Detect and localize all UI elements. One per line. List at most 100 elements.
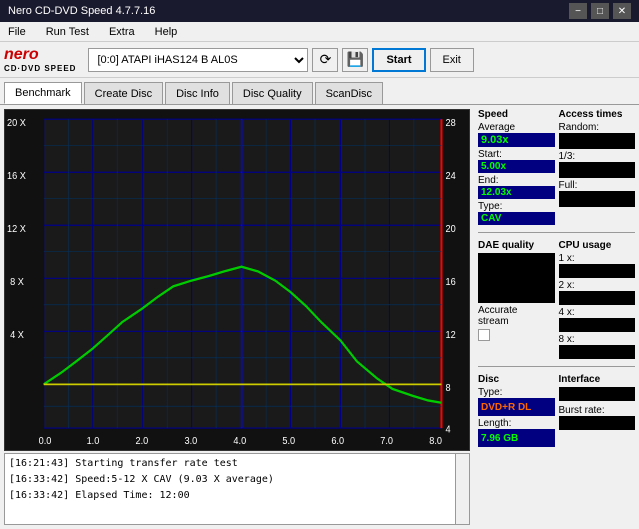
speed-access-section: Speed Average 9.03x Start: 5.00x End: 12… [478,109,635,225]
maximize-button[interactable]: □ [591,3,609,19]
disc-interface-section: Disc Type: DVD+R DL Length: 7.96 GB Inte… [478,374,635,447]
svg-text:20: 20 [446,224,457,236]
logo: nero CD·DVD SPEED [4,46,76,73]
svg-text:1.0: 1.0 [87,436,100,448]
log-entry-3: [16:33:42] Elapsed Time: 12:00 [9,488,465,504]
accurate-label: Accurate [478,305,555,316]
svg-text:12 X: 12 X [7,224,26,236]
random-value-box [559,133,636,149]
tab-bar: Benchmark Create Disc Disc Info Disc Qua… [0,78,639,105]
svg-text:0.0: 0.0 [39,436,52,448]
tab-benchmark[interactable]: Benchmark [4,82,82,104]
access-section: Access times Random: 1/3: Full: [559,109,636,225]
log-entry-2: [16:33:42] Speed:5-12 X CAV (9.03 X aver… [9,472,465,488]
accurate-stream-checkbox-area [478,329,555,341]
end-value: 12.03x [478,186,555,199]
svg-text:24: 24 [446,171,457,183]
svg-text:3.0: 3.0 [184,436,197,448]
svg-text:16 X: 16 X [7,171,26,183]
cpu-dae-section: DAE quality Accurate stream CPU usage 1 … [478,240,635,359]
disc-section: Disc Type: DVD+R DL Length: 7.96 GB [478,374,555,447]
divider-1 [478,232,635,233]
type-value: CAV [478,212,555,225]
stream-label: stream [478,316,555,327]
log-area[interactable]: [16:21:43] Starting transfer rate test [… [4,453,470,525]
tab-scan-disc[interactable]: ScanDisc [315,82,383,104]
menu-extra[interactable]: Extra [105,24,139,40]
svg-text:8.0: 8.0 [429,436,442,448]
svg-text:16: 16 [446,277,457,289]
nero-sub-logo: CD·DVD SPEED [4,64,76,73]
svg-text:2.0: 2.0 [136,436,149,448]
log-scrollbar[interactable] [455,454,469,524]
titlebar-controls: − □ ✕ [569,3,631,19]
toolbar: nero CD·DVD SPEED [0:0] ATAPI iHAS124 B … [0,42,639,78]
cpu-2x-box [559,291,636,305]
menu-help[interactable]: Help [151,24,182,40]
svg-text:4.0: 4.0 [233,436,246,448]
svg-text:8 X: 8 X [10,277,24,289]
burst-label: Burst rate: [559,405,636,416]
disc-header: Disc [478,374,555,385]
access-header: Access times [559,109,636,120]
svg-text:20 X: 20 X [7,118,26,130]
onethird-label: 1/3: [559,151,636,162]
disc-type-value: DVD+R DL [478,398,555,416]
nero-logo: nero [4,46,76,64]
full-label: Full: [559,180,636,191]
random-label: Random: [559,122,636,133]
average-value: 9.03x [478,133,555,147]
refresh-button[interactable]: ⟳ [312,48,338,72]
disc-length-label: Length: [478,418,555,429]
start-button[interactable]: Start [372,48,425,72]
log-entry-1: [16:21:43] Starting transfer rate test [9,456,465,472]
drive-select[interactable]: [0:0] ATAPI iHAS124 B AL0S [88,48,308,72]
chart-area: 20 X 16 X 12 X 8 X 4 X 28 24 20 16 12 8 … [0,105,474,529]
cpu-section: CPU usage 1 x: 2 x: 4 x: 8 x: [559,240,636,359]
interface-section: Interface Burst rate: [559,374,636,447]
tab-create-disc[interactable]: Create Disc [84,82,163,104]
svg-text:4: 4 [446,424,452,436]
dae-section: DAE quality Accurate stream [478,240,555,359]
dae-value-box [478,253,555,303]
accurate-stream-checkbox[interactable] [478,329,490,341]
chart-container: 20 X 16 X 12 X 8 X 4 X 28 24 20 16 12 8 … [4,109,470,451]
save-button[interactable]: 💾 [342,48,368,72]
cpu-1x-box [559,264,636,278]
right-panel: Speed Average 9.03x Start: 5.00x End: 12… [474,105,639,529]
full-value-box [559,191,636,207]
dae-header: DAE quality [478,240,555,251]
titlebar: Nero CD-DVD Speed 4.7.7.16 − □ ✕ [0,0,639,22]
type-label: Type: [478,201,555,212]
tab-disc-info[interactable]: Disc Info [165,82,230,104]
titlebar-title: Nero CD-DVD Speed 4.7.7.16 [8,5,155,17]
svg-text:8: 8 [446,383,452,395]
minimize-button[interactable]: − [569,3,587,19]
end-label: End: [478,175,555,186]
cpu-2x-label: 2 x: [559,280,636,291]
cpu-8x-box [559,345,636,359]
interface-value-box [559,387,636,401]
speed-header: Speed [478,109,555,120]
svg-text:12: 12 [446,330,456,342]
cpu-8x-label: 8 x: [559,334,636,345]
main-content: 20 X 16 X 12 X 8 X 4 X 28 24 20 16 12 8 … [0,105,639,529]
menu-runtest[interactable]: Run Test [42,24,93,40]
onethird-value-box [559,162,636,178]
tab-disc-quality[interactable]: Disc Quality [232,82,313,104]
cpu-4x-label: 4 x: [559,307,636,318]
menu-file[interactable]: File [4,24,30,40]
svg-text:5.0: 5.0 [282,436,295,448]
svg-text:7.0: 7.0 [380,436,393,448]
svg-text:6.0: 6.0 [331,436,344,448]
menubar: File Run Test Extra Help [0,22,639,42]
average-label: Average [478,122,555,133]
divider-2 [478,366,635,367]
interface-header: Interface [559,374,636,385]
exit-button[interactable]: Exit [430,48,474,72]
close-button[interactable]: ✕ [613,3,631,19]
svg-text:4 X: 4 X [10,330,24,342]
start-value: 5.00x [478,160,555,173]
cpu-header: CPU usage [559,240,636,251]
speed-section: Speed Average 9.03x Start: 5.00x End: 12… [478,109,555,225]
